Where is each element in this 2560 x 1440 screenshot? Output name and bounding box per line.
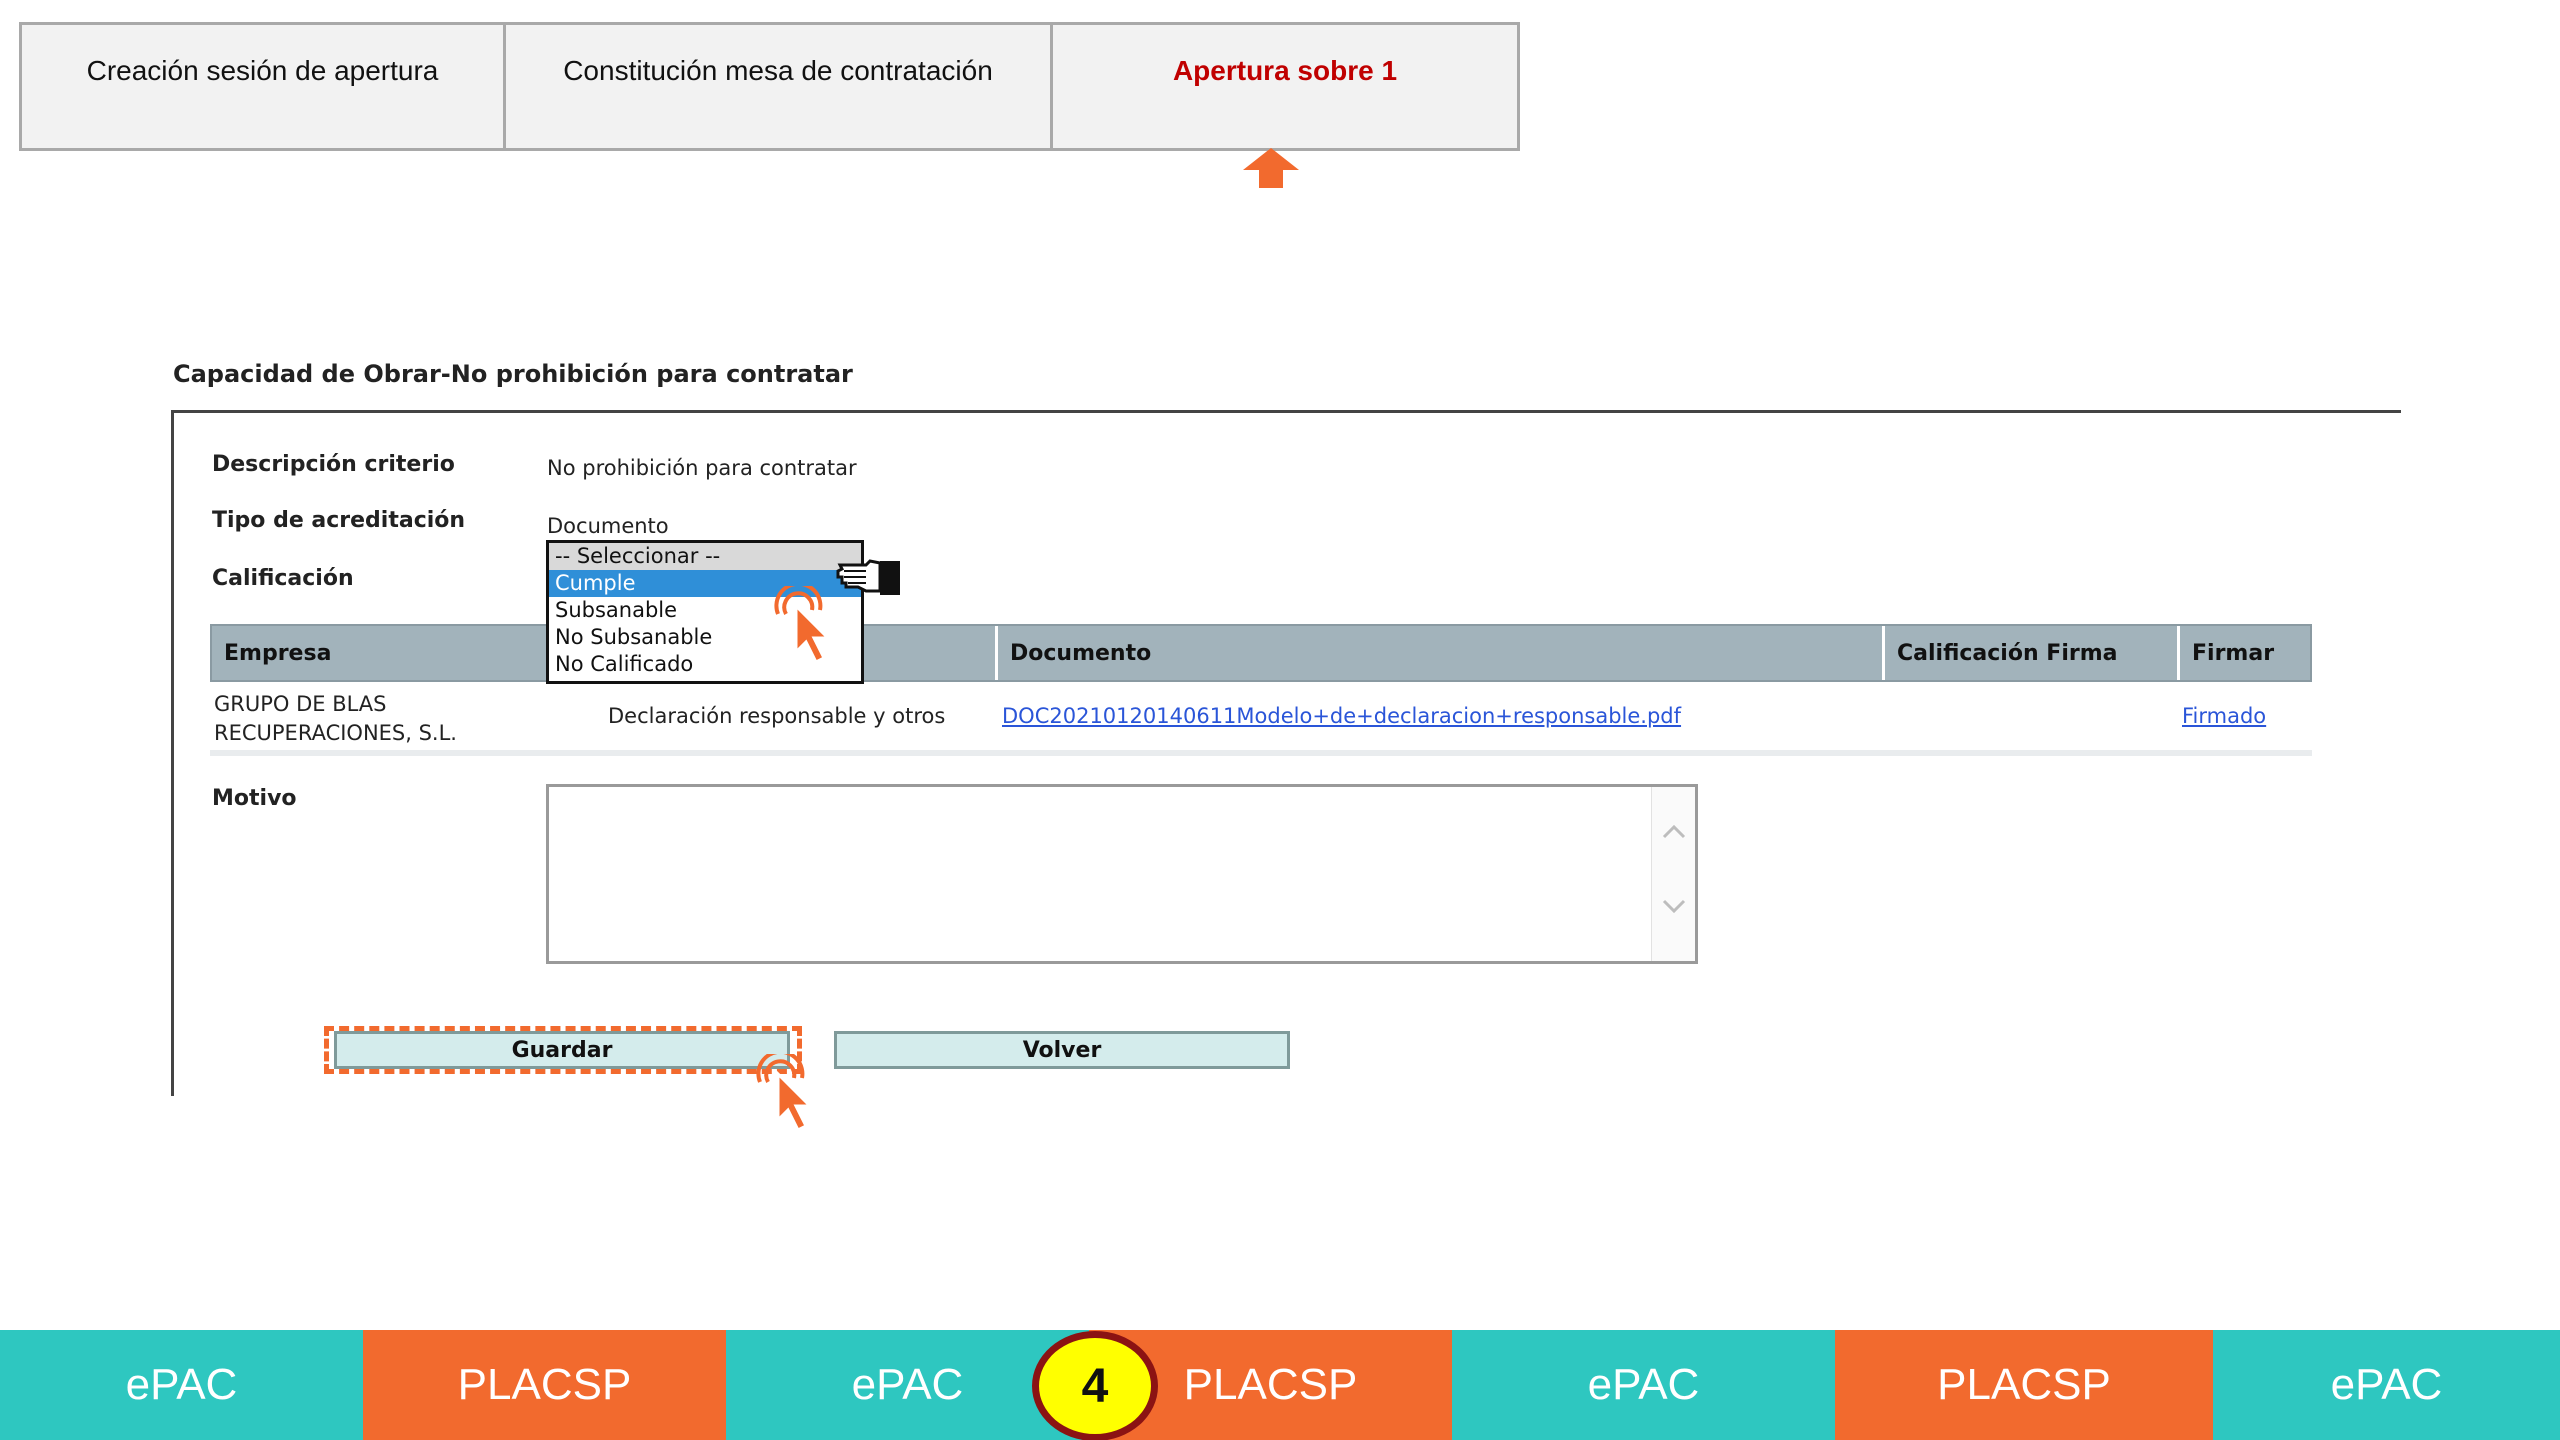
step-label: Constitución mesa de contratación [563, 55, 993, 86]
header-firmar[interactable]: Firmar [2180, 626, 2310, 680]
firmado-link[interactable]: Firmado [2182, 702, 2266, 731]
descripcion-label: Descripción criterio [212, 452, 455, 477]
section-title: Capacidad de Obrar-No prohibición para c… [173, 360, 853, 388]
step-label: Apertura sobre 1 [1172, 55, 1398, 86]
row-divider [210, 750, 2312, 756]
scroll-up-icon[interactable] [1662, 823, 1686, 839]
header-calificacion-firma[interactable]: Calificación Firma [1885, 626, 2180, 680]
table-row: GRUPO DE BLAS RECUPERACIONES, S.L. Decla… [210, 690, 2312, 756]
textarea-scrollbar[interactable] [1651, 787, 1695, 961]
tipo-documento-cell: Declaración responsable y otros [608, 704, 946, 728]
step-creacion-sesion[interactable]: Creación sesión de apertura [22, 25, 506, 148]
tipo-acreditacion-label: Tipo de acreditación [212, 508, 466, 533]
click-pointer-icon [774, 586, 832, 665]
volver-button[interactable]: Volver [834, 1031, 1290, 1069]
scroll-down-icon[interactable] [1662, 899, 1686, 915]
empresa-cell-line2: RECUPERACIONES, S.L. [214, 721, 457, 745]
brand-placsp: PLACSP [363, 1330, 726, 1440]
documento-link[interactable]: DOC20210120140611Modelo+de+declaracion+r… [1002, 702, 1681, 731]
brand-epac: ePAC [1452, 1330, 1835, 1440]
up-arrow-icon [1243, 148, 1299, 188]
brand-epac: ePAC [0, 1330, 363, 1440]
motivo-textarea[interactable] [549, 787, 1649, 961]
hand-pointer-icon [836, 559, 900, 595]
brand-epac: ePAC [2213, 1330, 2560, 1440]
panel-border-top [173, 410, 2401, 413]
step-label: Creación sesión de apertura [86, 55, 439, 86]
header-documento[interactable]: Documento [998, 626, 1885, 680]
motivo-textarea-box [546, 784, 1698, 964]
step-number-badge: 4 [1032, 1331, 1158, 1440]
step-constitucion-mesa[interactable]: Constitución mesa de contratación [506, 25, 1053, 148]
option-seleccionar[interactable]: -- Seleccionar -- [549, 543, 861, 570]
step-apertura-sobre-1[interactable]: Apertura sobre 1 [1053, 25, 1517, 148]
calificacion-label: Calificación [212, 566, 354, 591]
tipo-acreditacion-value: Documento [547, 514, 669, 538]
brand-placsp: PLACSP [1835, 1330, 2213, 1440]
process-steps: Creación sesión de apertura Constitución… [19, 22, 1520, 151]
descripcion-value: No prohibición para contratar [547, 456, 857, 480]
motivo-label: Motivo [212, 786, 297, 811]
brand-bar: ePAC PLACSP ePAC PLACSP ePAC PLACSP ePAC [0, 1330, 2560, 1440]
panel-border-left [171, 410, 174, 1096]
table-header: Empresa Documento Calificación Firma Fir… [210, 624, 2312, 682]
click-pointer-icon [756, 1054, 814, 1133]
empresa-cell-line1: GRUPO DE BLAS [214, 692, 387, 716]
guardar-button[interactable]: Guardar [334, 1031, 790, 1069]
